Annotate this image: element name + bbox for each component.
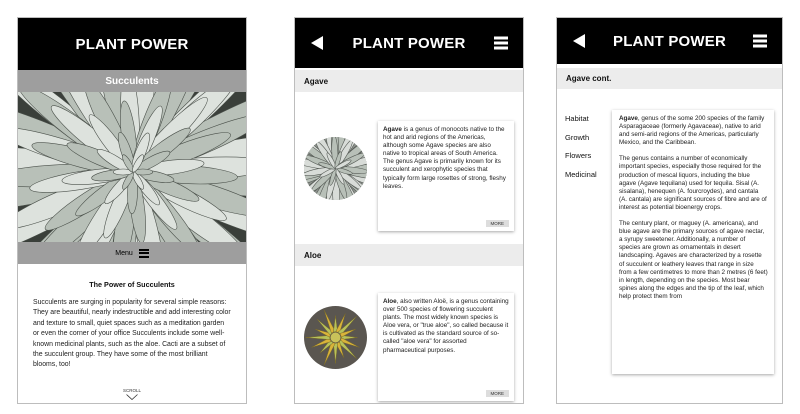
agave-text: is a genus of monocots native to the hot… xyxy=(383,126,506,190)
aloe-heading: Aloe xyxy=(304,250,322,260)
hamburger-menu-icon xyxy=(138,248,149,258)
app-title: PLANT POWER xyxy=(612,32,727,50)
app-header: PLANT POWER xyxy=(557,18,782,64)
section-title-bar: Succulents xyxy=(18,70,246,92)
agave-more-button[interactable]: MORE xyxy=(485,220,509,227)
back-arrow-icon[interactable] xyxy=(311,36,323,50)
detail-heading: Agave cont. xyxy=(566,74,612,83)
screen-agave-detail: PLANT POWER Agave cont. Habitat Growth F… xyxy=(556,17,783,404)
app-header: PLANT POWER xyxy=(295,18,523,68)
article-text: Succulents are surging in popularity for… xyxy=(33,299,231,369)
detail-paragraph-2: The genus contains a number of economica… xyxy=(619,155,767,211)
aloe-section-header: Aloe xyxy=(295,244,523,266)
aloe-more-button[interactable]: MORE xyxy=(485,390,509,397)
agave-card-row: Agave is a genus of monocots native to t… xyxy=(295,92,523,242)
section-title: Succulents xyxy=(105,75,159,87)
detail-section-header: Agave cont. xyxy=(557,68,782,89)
screen-succulents: PLANT POWER Succulents Menu The Power of… xyxy=(17,17,247,404)
agave-info-card: Agave is a genus of monocots native to t… xyxy=(378,121,514,231)
agave-section-header: Agave xyxy=(295,70,523,92)
tab-habitat[interactable]: Habitat xyxy=(565,110,607,129)
agave-heading: Agave xyxy=(304,76,329,86)
detail-name: Agave xyxy=(619,115,638,122)
detail-paragraph-1: Agave, genus of the some 200 species of … xyxy=(619,115,768,147)
menu-button[interactable]: Menu xyxy=(18,242,246,264)
back-arrow-icon[interactable] xyxy=(573,34,585,48)
aloe-info-card: Aloe, also written Aloë, is a genus cont… xyxy=(378,293,514,401)
app-title: PLANT POWER xyxy=(352,34,466,52)
article-body: The Power of Succulents Succulents are s… xyxy=(18,264,246,403)
aloe-text: , also written Aloë, is a genus containi… xyxy=(383,298,509,354)
app-header: PLANT POWER xyxy=(18,18,246,70)
aloe-description: Aloe, also written Aloë, is a genus cont… xyxy=(383,298,509,355)
tab-medicinal[interactable]: Medicinal xyxy=(565,166,607,185)
hamburger-menu-icon[interactable] xyxy=(494,36,508,50)
aloe-card-row: Aloe, also written Aloë, is a genus cont… xyxy=(295,266,523,403)
agave-description: Agave is a genus of monocots native to t… xyxy=(383,126,509,191)
detail-paragraph-3: The century plant, or maguey (A. america… xyxy=(619,220,768,300)
scroll-indicator[interactable]: SCROLL xyxy=(18,388,246,400)
detail-tabs: Habitat Growth Flowers Medicinal xyxy=(565,110,607,184)
tab-growth[interactable]: Growth xyxy=(565,129,607,148)
app-title: PLANT POWER xyxy=(75,35,189,53)
hamburger-menu-icon[interactable] xyxy=(753,34,767,48)
agave-photo xyxy=(304,137,367,200)
aloe-name: Aloe xyxy=(383,298,397,305)
agave-name: Agave xyxy=(383,126,402,133)
detail-text-1: , genus of the some 200 species of the f… xyxy=(619,115,765,147)
chevron-down-icon xyxy=(126,394,138,400)
menu-label: Menu xyxy=(115,249,133,257)
detail-card: Agave, genus of the some 200 species of … xyxy=(612,110,774,374)
screen-plant-list: PLANT POWER Agave Agave is a genus of mo… xyxy=(294,17,524,404)
scroll-label: SCROLL xyxy=(122,388,141,393)
aloe-photo xyxy=(304,306,367,369)
tab-flowers[interactable]: Flowers xyxy=(565,147,607,166)
article-title: The Power of Succulents xyxy=(89,280,175,289)
succulent-hero-image xyxy=(18,92,246,242)
